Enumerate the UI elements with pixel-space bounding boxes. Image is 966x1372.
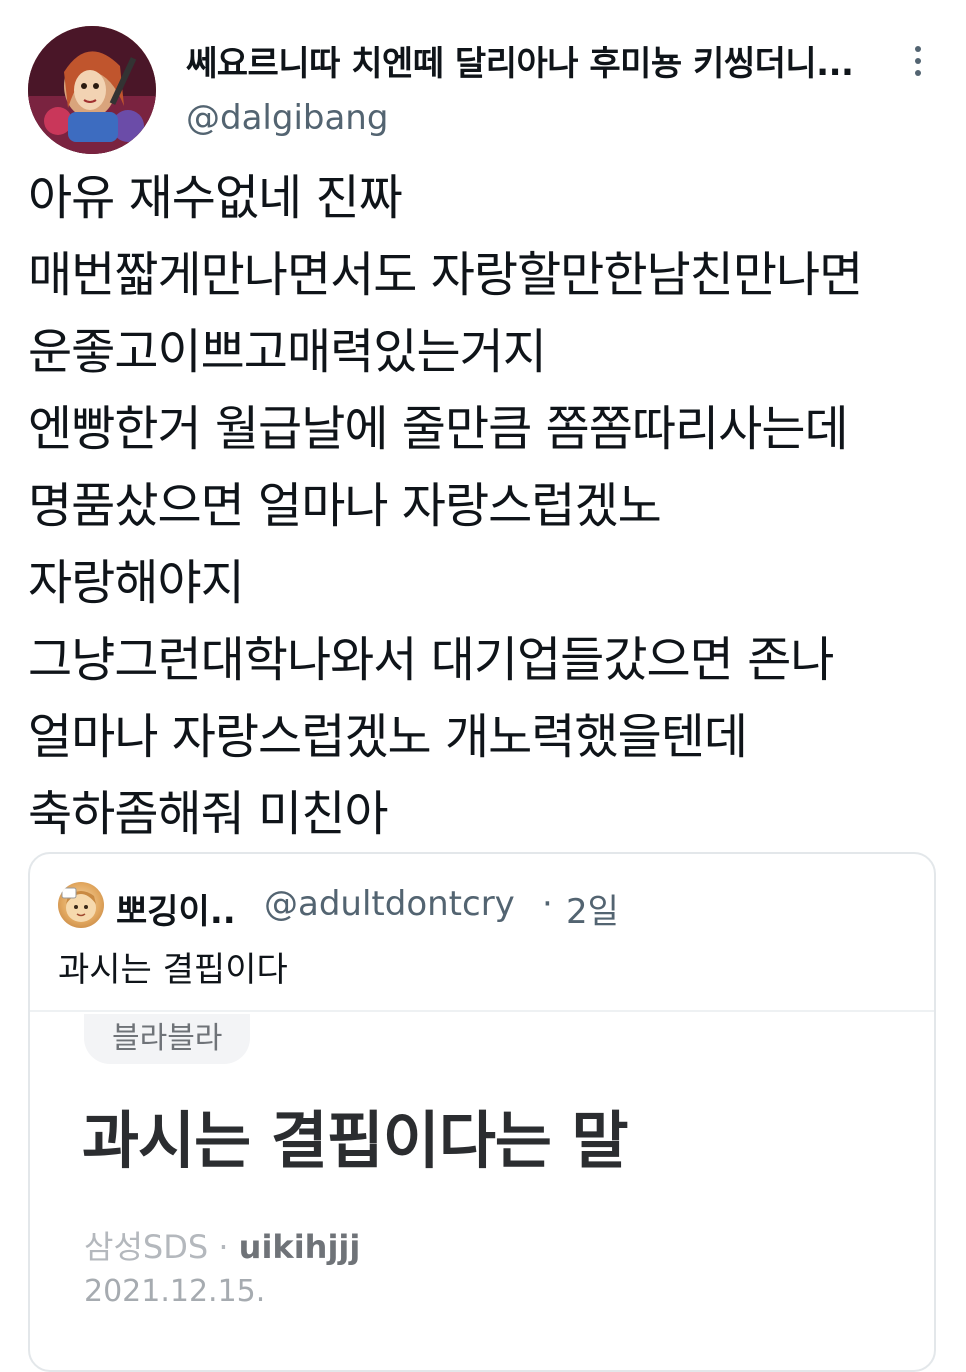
post-company: 삼성SDS bbox=[84, 1228, 209, 1266]
more-options-icon[interactable] bbox=[908, 46, 928, 86]
quoted-timestamp[interactable]: 2일 bbox=[566, 884, 619, 933]
tweet-text-line: 그냥그런대학나와서 대기업들갔으면 존나 bbox=[28, 632, 834, 688]
tweet-text-line: 아유 재수없네 진짜 bbox=[28, 170, 403, 226]
separator-dot: · bbox=[542, 884, 553, 924]
post-date: 2021.12.15. bbox=[84, 1274, 266, 1309]
tweet-text-line: 축하좀해줘 미친아 bbox=[28, 786, 389, 842]
quoted-divider bbox=[30, 1010, 934, 1012]
tweet-text-line: 엔빵한거 월급날에 줄만큼 쫌쫌따리사는데 bbox=[28, 401, 849, 457]
board-tag: 블라블라 bbox=[84, 1014, 251, 1064]
quoted-tweet[interactable]: 뽀깅이.. @adultdontcry · 2일 과시는 결핍이다 블라블라 과… bbox=[28, 852, 936, 1372]
tweet-text-line: 얼마나 자랑스럽겠노 개노력했을텐데 bbox=[28, 709, 748, 765]
quoted-tweet-text: 과시는 결핍이다 bbox=[58, 950, 288, 990]
quoted-display-name[interactable]: 뽀깅이.. bbox=[116, 884, 236, 933]
post-title: 과시는 결핍이다는 말 bbox=[82, 1104, 629, 1177]
post-author: uikihjjj bbox=[238, 1228, 361, 1266]
tweet-text-line: 자랑해야지 bbox=[28, 555, 245, 611]
tweet-text-line: 운좋고이쁘고매력있는거지 bbox=[28, 324, 547, 380]
profile-avatar-icon[interactable] bbox=[28, 26, 156, 154]
tweet-text: 아유 재수없네 진짜 매번짧게만나면서도 자랑할만한남친만나면 운좋고이쁘고매력… bbox=[28, 160, 948, 853]
post-meta: 삼성SDS · uikihjjj bbox=[84, 1222, 360, 1268]
meta-separator: · bbox=[218, 1228, 229, 1266]
tweet-card: 쎄요르니따 치엔떼 달리아나 후미뇽 키씽더니... @dalgibang 아유… bbox=[0, 0, 966, 1372]
quoted-avatar-icon[interactable] bbox=[58, 882, 104, 928]
tweet-text-line: 매번짧게만나면서도 자랑할만한남친만나면 bbox=[28, 247, 863, 303]
display-name[interactable]: 쎄요르니따 치엔떼 달리아나 후미뇽 키씽더니... bbox=[186, 36, 854, 85]
tweet-text-line: 명품샀으면 얼마나 자랑스럽겠노 bbox=[28, 478, 662, 534]
user-handle[interactable]: @dalgibang bbox=[186, 98, 388, 138]
quoted-user-handle[interactable]: @adultdontcry bbox=[264, 884, 515, 924]
